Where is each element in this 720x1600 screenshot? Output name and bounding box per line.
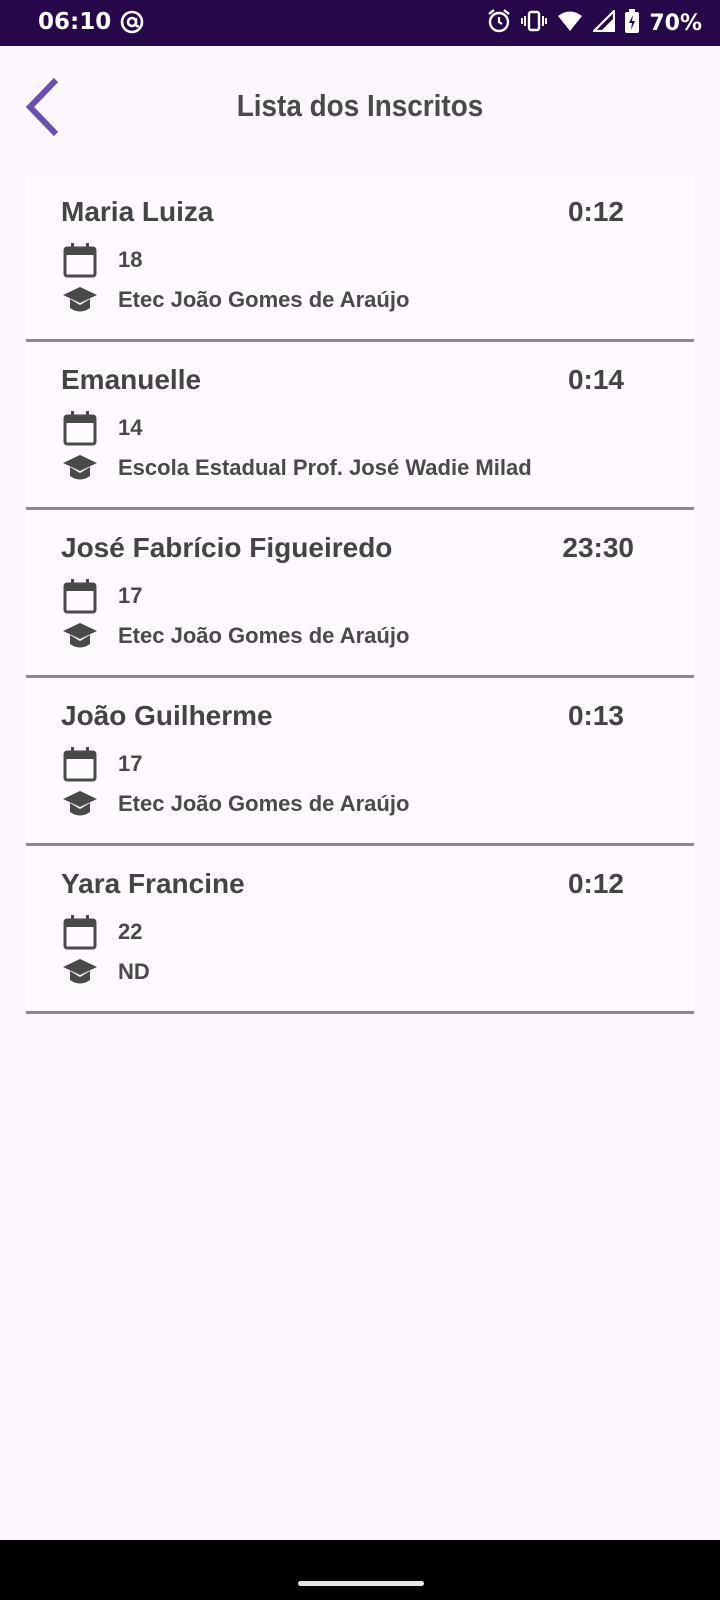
- signal-icon: [591, 8, 616, 36]
- graduation-cap-icon: [62, 620, 98, 652]
- subscriber-school: ND: [118, 959, 150, 984]
- graduation-cap-icon: [62, 788, 98, 820]
- list-item[interactable]: Maria Luiza 0:12 18 Etec João Gomes de A…: [26, 174, 694, 342]
- status-time: 06:10: [38, 9, 112, 35]
- navigation-bar: [0, 1540, 720, 1600]
- subscriber-time: 0:12: [567, 868, 624, 899]
- calendar-icon: [62, 746, 98, 782]
- school-row: Escola Estadual Prof. José Wadie Milad: [62, 452, 532, 484]
- battery-charging-icon: [625, 9, 640, 37]
- subscribers-list: Maria Luiza 0:12 18 Etec João Gomes de A…: [26, 174, 694, 1014]
- graduation-cap-icon: [62, 284, 98, 316]
- school-row: ND: [62, 956, 150, 988]
- age-row: 22: [62, 914, 142, 950]
- age-row: 18: [62, 242, 142, 278]
- school-row: Etec João Gomes de Araújo: [62, 788, 409, 820]
- subscriber-time: 0:13: [567, 700, 624, 731]
- subscriber-school: Etec João Gomes de Araújo: [118, 623, 410, 648]
- subscriber-time: 0:12: [567, 196, 624, 227]
- subscriber-school: Etec João Gomes de Araújo: [118, 791, 410, 816]
- battery-percentage: 70%: [649, 10, 702, 36]
- subscriber-name: João Guilherme: [61, 700, 273, 731]
- vibrate-icon: [521, 9, 548, 37]
- subscriber-age: 22: [118, 919, 143, 944]
- calendar-icon: [62, 914, 98, 950]
- list-item[interactable]: João Guilherme 0:13 17 Etec João Gomes d…: [26, 678, 694, 846]
- at-sign-icon: [120, 10, 144, 38]
- school-row: Etec João Gomes de Araújo: [62, 284, 409, 316]
- subscriber-age: 17: [118, 583, 143, 608]
- subscriber-time: 0:14: [567, 364, 624, 395]
- age-row: 14: [62, 410, 142, 446]
- page-title: Lista dos Inscritos: [236, 88, 484, 123]
- subscriber-name: Emanuelle: [61, 364, 202, 395]
- status-bar: 06:10 70%: [0, 0, 720, 46]
- graduation-cap-icon: [62, 956, 98, 988]
- calendar-icon: [62, 578, 98, 614]
- subscriber-school: Escola Estadual Prof. José Wadie Milad: [118, 455, 532, 480]
- list-item[interactable]: Yara Francine 0:12 22 ND: [26, 846, 694, 1014]
- status-icons: 70%: [487, 8, 702, 38]
- subscriber-name: José Fabrício Figueiredo: [61, 532, 393, 563]
- age-row: 17: [62, 578, 142, 614]
- calendar-icon: [62, 242, 98, 278]
- subscriber-name: Maria Luiza: [61, 196, 214, 227]
- subscriber-name: Yara Francine: [61, 868, 245, 899]
- graduation-cap-icon: [62, 452, 98, 484]
- calendar-icon: [62, 410, 98, 446]
- list-item[interactable]: Emanuelle 0:14 14 Escola Estadual Prof. …: [26, 342, 694, 510]
- subscriber-school: Etec João Gomes de Araújo: [118, 287, 410, 312]
- chevron-left-icon: [22, 77, 66, 142]
- subscriber-age: 17: [118, 751, 143, 776]
- school-row: Etec João Gomes de Araújo: [62, 620, 409, 652]
- subscriber-age: 14: [118, 415, 143, 440]
- list-item[interactable]: José Fabrício Figueiredo 23:30 17 Etec J…: [26, 510, 694, 678]
- age-row: 17: [62, 746, 142, 782]
- app-header: Lista dos Inscritos: [0, 46, 720, 166]
- home-indicator[interactable]: [298, 1581, 424, 1586]
- subscriber-age: 18: [118, 247, 143, 272]
- alarm-icon: [487, 8, 511, 38]
- wifi-icon: [557, 10, 583, 36]
- subscriber-time: 23:30: [562, 532, 634, 563]
